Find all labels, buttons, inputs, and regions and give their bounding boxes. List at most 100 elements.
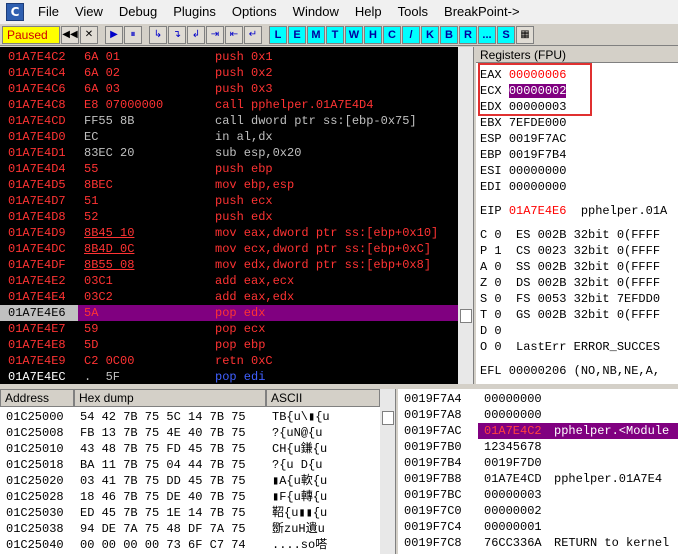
toolbar-h-button[interactable]: H xyxy=(364,25,382,44)
dump-pane[interactable]: Address Hex dump ASCII 01C25000 54 42 7B … xyxy=(0,389,396,554)
toolbar-r-button[interactable]: R xyxy=(459,25,477,44)
dump-row[interactable]: 01C25040 00 00 00 00 73 6F C7 74 ....so嗒 xyxy=(0,537,380,553)
menu-plugins[interactable]: Plugins xyxy=(165,0,224,24)
disasm-row[interactable]: 01A7E4E7 59 pop ecx xyxy=(0,321,458,337)
disasm-row[interactable]: 01A7E4C6 6A 03 push 0x3 xyxy=(0,81,458,97)
toolbar-t-button[interactable]: T xyxy=(326,25,344,44)
dump-row[interactable]: 01C25028 18 46 7B 75 DE 40 7B 75 ▮F{u轉{u xyxy=(0,489,380,505)
disasm-row[interactable]: 01A7E4E8 5D pop ebp xyxy=(0,337,458,353)
menu-help[interactable]: Help xyxy=(347,0,390,24)
menu-file[interactable]: File xyxy=(30,0,67,24)
disasm-row[interactable]: 01A7E4E4 03C2 add eax,edx xyxy=(0,289,458,305)
disasm-row[interactable]: 01A7E4C8 E8 07000000 call pphelper.01A7E4D… xyxy=(0,97,458,113)
stack-row[interactable]: 0019F7C4 00000001 xyxy=(398,519,678,535)
stack-row[interactable]: 0019F7B4 0019F7D0 xyxy=(398,455,678,471)
menu-window[interactable]: Window xyxy=(285,0,347,24)
flag-segment-line[interactable]: D 0 xyxy=(480,323,502,339)
restart-icon[interactable]: ◀◀ xyxy=(61,25,79,44)
close-icon[interactable]: ✕ xyxy=(80,25,98,44)
disasm-row[interactable]: 01A7E4D1 83EC 20 sub esp,0x20 xyxy=(0,145,458,161)
toolbar-slash-button[interactable]: / xyxy=(402,25,420,44)
register-esp[interactable]: ESP 0019F7AC xyxy=(480,131,566,147)
disasm-row[interactable]: 01A7E4D8 52 push edx xyxy=(0,209,458,225)
register-value[interactable]: 00000006 xyxy=(509,68,567,82)
register-eip[interactable]: EIP 01A7E4E6 pphelper.01A xyxy=(480,203,667,219)
dump-row[interactable]: 01C25008 FB 13 7B 75 4E 40 7B 75 ?{uN@{u xyxy=(0,425,380,441)
register-eax[interactable]: EAX 00000006 xyxy=(480,67,566,83)
register-value[interactable]: 00000000 xyxy=(509,180,567,194)
register-esi[interactable]: ESI 00000000 xyxy=(480,163,566,179)
flag-segment-line[interactable]: O 0 LastErr ERROR_SUCCES xyxy=(480,339,660,355)
execute-till-return-icon[interactable]: ⇤ xyxy=(225,25,243,44)
flag-segment-line[interactable]: A 0 SS 002B 32bit 0(FFFF xyxy=(480,259,660,275)
disasm-row[interactable]: 01A7E4D7 51 push ecx xyxy=(0,193,458,209)
disasm-row[interactable]: 01A7E4CD FF55 8B call dword ptr ss:[ebp-0x… xyxy=(0,113,458,129)
stack-row[interactable]: 0019F7A8 00000000 xyxy=(398,407,678,423)
flag-segment-line[interactable]: Z 0 DS 002B 32bit 0(FFFF xyxy=(480,275,660,291)
menu-tools[interactable]: Tools xyxy=(390,0,436,24)
register-edx[interactable]: EDX 00000003 xyxy=(480,99,566,115)
stack-row[interactable]: 0019F7C0 00000002 xyxy=(398,503,678,519)
pause-icon[interactable]: ⏸ xyxy=(124,25,142,44)
dump-row[interactable]: 01C25020 03 41 7B 75 DD 45 7B 75 ▮A{u軟{u xyxy=(0,473,380,489)
disasm-row[interactable]: 01A7E4E6 5A pop edx xyxy=(0,305,458,321)
disasm-row[interactable]: 01A7E4D4 55 push ebp xyxy=(0,161,458,177)
register-value[interactable]: 01A7E4E6 xyxy=(509,204,567,218)
registers-pane[interactable]: Registers (FPU) EAX 00000006 ECX 00000002… xyxy=(476,47,678,384)
dump-row[interactable]: 01C25038 94 DE 7A 75 48 DF 7A 75 斵zuH遺u xyxy=(0,521,380,537)
disassembly-pane[interactable]: 01A7E4C2 6A 01 push 0x1 01A7E4C4 6A 02 push 0… xyxy=(0,47,474,384)
disasm-row[interactable]: 01A7E4D9 8B45 10 mov eax,dword ptr ss:[ebp… xyxy=(0,225,458,241)
register-value[interactable]: 0019F7AC xyxy=(509,132,567,146)
disasm-row[interactable]: 01A7E4DF 8B55 08 mov edx,dword ptr ss:[ebp… xyxy=(0,257,458,273)
disasm-row[interactable]: 01A7E4D5 8BEC mov ebp,esp xyxy=(0,177,458,193)
stack-row[interactable]: 0019F7A4 00000000 xyxy=(398,391,678,407)
register-value[interactable]: 7EFDE000 xyxy=(509,116,567,130)
disasm-row[interactable]: 01A7E4C2 6A 01 push 0x1 xyxy=(0,49,458,65)
disassembly-scrollbar[interactable] xyxy=(458,47,473,384)
stack-row[interactable]: 0019F7B8 01A7E4CD pphelper.01A7E4 xyxy=(398,471,678,487)
toolbar-c-button[interactable]: C xyxy=(383,25,401,44)
register-value[interactable]: 0019F7B4 xyxy=(509,148,567,162)
dump-row[interactable]: 01C25000 54 42 7B 75 5C 14 7B 75 TB{u\▮{u xyxy=(0,409,380,425)
layout-icon[interactable]: ▦ xyxy=(516,25,534,44)
flag-segment-line[interactable]: P 1 CS 0023 32bit 0(FFFF xyxy=(480,243,660,259)
app-icon[interactable]: C xyxy=(6,3,24,21)
step-into-icon[interactable]: ↳ xyxy=(149,25,167,44)
dump-header-address[interactable]: Address xyxy=(0,389,74,407)
disasm-row[interactable]: 01A7E4E2 03C1 add eax,ecx xyxy=(0,273,458,289)
register-edi[interactable]: EDI 00000000 xyxy=(480,179,566,195)
run-icon[interactable]: ▶ xyxy=(105,25,123,44)
disasm-row[interactable]: 01A7E4DC 8B4D 0C mov ecx,dword ptr ss:[ebp… xyxy=(0,241,458,257)
flag-segment-line[interactable]: C 0 ES 002B 32bit 0(FFFF xyxy=(480,227,660,243)
step-over-icon[interactable]: ↴ xyxy=(168,25,186,44)
trace-into-icon[interactable]: ↲ xyxy=(187,25,205,44)
menu-options[interactable]: Options xyxy=(224,0,285,24)
disasm-row[interactable]: 01A7E4D0 EC in al,dx xyxy=(0,129,458,145)
register-ebx[interactable]: EBX 7EFDE000 xyxy=(480,115,566,131)
disassembly-scroll-thumb[interactable] xyxy=(460,309,472,323)
dump-row[interactable]: 01C25030 ED 45 7B 75 1E 14 7B 75 鞀{u▮▮{u xyxy=(0,505,380,521)
disasm-row[interactable]: 01A7E4EC . 5F pop edi xyxy=(0,369,458,384)
register-value[interactable]: 00000002 xyxy=(508,84,567,98)
register-ecx[interactable]: ECX 00000002 xyxy=(480,83,567,99)
menu-debug[interactable]: Debug xyxy=(111,0,165,24)
toolbar-s-button[interactable]: S xyxy=(497,25,515,44)
trace-over-icon[interactable]: ⇥ xyxy=(206,25,224,44)
dump-header-hex[interactable]: Hex dump xyxy=(74,389,266,407)
dump-row[interactable]: 01C25018 BA 11 7B 75 04 44 7B 75 ?{u D{u xyxy=(0,457,380,473)
toolbar-b-button[interactable]: B xyxy=(440,25,458,44)
stack-pane[interactable]: 0019F7A4 00000000 0019F7A8 00000000 0019F7AC… xyxy=(398,389,678,554)
register-efl[interactable]: EFL 00000206 (NO,NB,NE,A, xyxy=(480,363,660,379)
dump-header-ascii[interactable]: ASCII xyxy=(266,389,380,407)
flag-segment-line[interactable]: T 0 GS 002B 32bit 0(FFFF xyxy=(480,307,660,323)
disasm-row[interactable]: 01A7E4E9 C2 0C00 retn 0xC xyxy=(0,353,458,369)
dump-row[interactable]: 01C25010 43 48 7B 75 FD 45 7B 75 CH{u鎌{u xyxy=(0,441,380,457)
menu-breakpoint[interactable]: BreakPoint-> xyxy=(436,0,528,24)
register-value[interactable]: 00000003 xyxy=(509,100,567,114)
register-value[interactable]: 00000000 xyxy=(509,164,567,178)
stack-row[interactable]: 0019F7BC 00000003 xyxy=(398,487,678,503)
toolbar-ellipsis-button[interactable]: ... xyxy=(478,25,496,44)
toolbar-k-button[interactable]: K xyxy=(421,25,439,44)
stack-row[interactable]: 0019F7B0 12345678 xyxy=(398,439,678,455)
menu-view[interactable]: View xyxy=(67,0,111,24)
